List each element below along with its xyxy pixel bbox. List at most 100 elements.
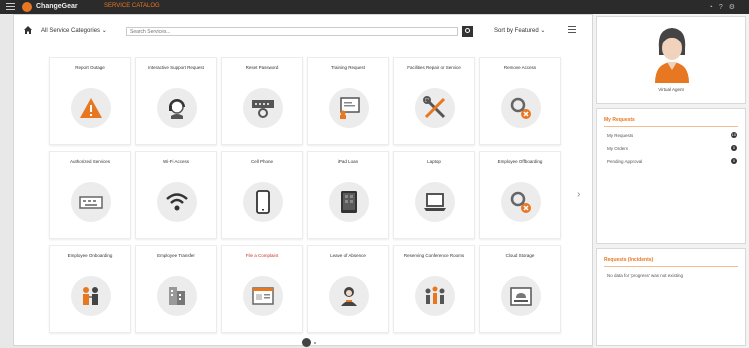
service-tile[interactable]: Employee Transfer [135, 245, 217, 333]
conference-icon [425, 286, 445, 304]
service-icon-circle [501, 182, 541, 222]
service-label: Interactive Support Request [148, 65, 204, 70]
service-tile[interactable]: Employee Onboarding [49, 245, 131, 333]
service-label: Employee Offboarding [497, 159, 543, 164]
service-icon-circle [329, 88, 369, 128]
service-label: Wi-Fi Access [162, 159, 189, 164]
service-icon-circle [243, 276, 283, 316]
service-icon-circle [71, 276, 111, 316]
my-orders-item[interactable]: My Orders 0 [607, 145, 737, 151]
service-tile[interactable]: iPad Loan [307, 151, 389, 239]
incidents-card: Requests (Incidents) No data for 'progre… [596, 248, 746, 346]
request-item-label: My Requests [607, 133, 634, 138]
keyboard-icon [79, 196, 103, 209]
service-icon-circle [157, 182, 197, 222]
incidents-empty-message: No data for 'progress' was not existing [607, 273, 684, 278]
count-badge: 10 [730, 132, 737, 138]
service-icon-circle [71, 182, 111, 222]
tools-icon [423, 96, 446, 119]
service-icon-circle [329, 182, 369, 222]
service-tile[interactable]: Cell Phone [221, 151, 303, 239]
transfer-icon [169, 287, 185, 305]
service-icon-circle [415, 182, 455, 222]
sort-dropdown[interactable]: Sort by Featured ⌄ [494, 27, 545, 34]
request-item-label: My Orders [607, 146, 629, 151]
brand-logo-icon [22, 2, 32, 12]
next-page-chevron-icon[interactable]: › [577, 189, 580, 200]
my-requests-title: My Requests [604, 117, 635, 123]
service-tile[interactable]: File a Complaint [221, 245, 303, 333]
topbar-icons[interactable]: ◔?⚙ [709, 3, 741, 11]
page-indicator[interactable] [314, 342, 316, 344]
virtual-agent-avatar-icon [655, 28, 689, 83]
remove-access-icon [510, 97, 531, 119]
complaint-form-icon [252, 287, 274, 305]
service-icon-circle [243, 88, 283, 128]
service-label: iPad Loan [337, 159, 359, 164]
search-input[interactable] [126, 27, 458, 36]
service-grid: Report Outage Interactive Support Reques… [49, 57, 561, 333]
divider [604, 266, 738, 267]
wifi-icon [166, 193, 188, 211]
incidents-title[interactable]: Requests (Incidents) [604, 257, 653, 263]
service-label: Reserving Conference Rooms [403, 253, 465, 258]
service-label: Authorized Services [69, 159, 111, 164]
service-label: Laptop [427, 159, 441, 164]
my-requests-item[interactable]: My Requests 10 [607, 132, 737, 138]
service-icon-circle [415, 276, 455, 316]
service-label: Remove Access [503, 65, 537, 70]
service-icon-circle [243, 182, 283, 222]
pending-approval-item[interactable]: Pending Approval 0 [607, 158, 737, 164]
warning-icon [80, 98, 102, 118]
service-tile[interactable]: Facilities Repair or Service [393, 57, 475, 145]
service-tile[interactable]: Authorized Services [49, 151, 131, 239]
help-icon[interactable]: ? [719, 4, 729, 11]
service-tile[interactable]: Reserving Conference Rooms [393, 245, 475, 333]
count-badge: 0 [731, 145, 737, 151]
service-tile[interactable]: Reset Password [221, 57, 303, 145]
service-tile[interactable]: Wi-Fi Access [135, 151, 217, 239]
list-view-icon[interactable] [568, 26, 576, 34]
search-button[interactable] [462, 26, 473, 37]
service-tile[interactable]: Cloud Storage [479, 245, 561, 333]
service-label: Training Request [330, 65, 366, 70]
service-icon-circle [501, 276, 541, 316]
service-label: Employee Transfer [157, 253, 195, 258]
cloud-storage-icon [510, 287, 532, 306]
service-label: Facilities Repair or Service [407, 65, 461, 70]
divider [604, 126, 738, 127]
service-icon-circle [501, 88, 541, 128]
virtual-agent-card[interactable]: Virtual Agent [596, 16, 746, 104]
service-icon-circle [329, 276, 369, 316]
hamburger-menu-icon[interactable] [6, 3, 15, 11]
category-dropdown[interactable]: All Service Categories ⌄ [41, 27, 107, 34]
page-indicator-active[interactable] [302, 338, 311, 347]
my-requests-card: My Requests My Requests 10 My Orders 0 P… [596, 108, 746, 244]
service-label: Employee Onboarding [67, 253, 113, 258]
service-tile[interactable]: Remove Access [479, 57, 561, 145]
service-tile[interactable]: Interactive Support Request [135, 57, 217, 145]
catalog-toolbar: All Service Categories ⌄ Sort by Feature… [14, 15, 592, 45]
service-icon-circle [71, 88, 111, 128]
laptop-icon [424, 193, 446, 211]
service-catalog-panel: All Service Categories ⌄ Sort by Feature… [13, 14, 593, 347]
home-icon[interactable] [24, 26, 32, 34]
service-tile[interactable]: Leave of Absence [307, 245, 389, 333]
service-tile[interactable]: Employee Offboarding [479, 151, 561, 239]
user-icon[interactable]: ◔ [709, 4, 719, 11]
onboarding-icon [83, 287, 98, 305]
person-icon [341, 287, 357, 306]
settings-icon[interactable]: ⚙ [729, 4, 741, 11]
right-sidebar: Virtual Agent My Requests My Requests 10… [593, 14, 749, 348]
offboarding-icon [510, 191, 531, 213]
service-tile[interactable]: Training Request [307, 57, 389, 145]
service-tile[interactable]: Report Outage [49, 57, 131, 145]
virtual-agent-label: Virtual Agent [658, 87, 684, 92]
top-bar: ChangeGear SERVICE CATALOG ◔?⚙ [0, 0, 749, 14]
service-tile[interactable]: Laptop [393, 151, 475, 239]
search-icon [465, 28, 470, 33]
tablet-icon [341, 191, 357, 213]
brand-name: ChangeGear [36, 3, 78, 10]
support-agent-icon [169, 99, 185, 119]
service-icon-circle [157, 88, 197, 128]
